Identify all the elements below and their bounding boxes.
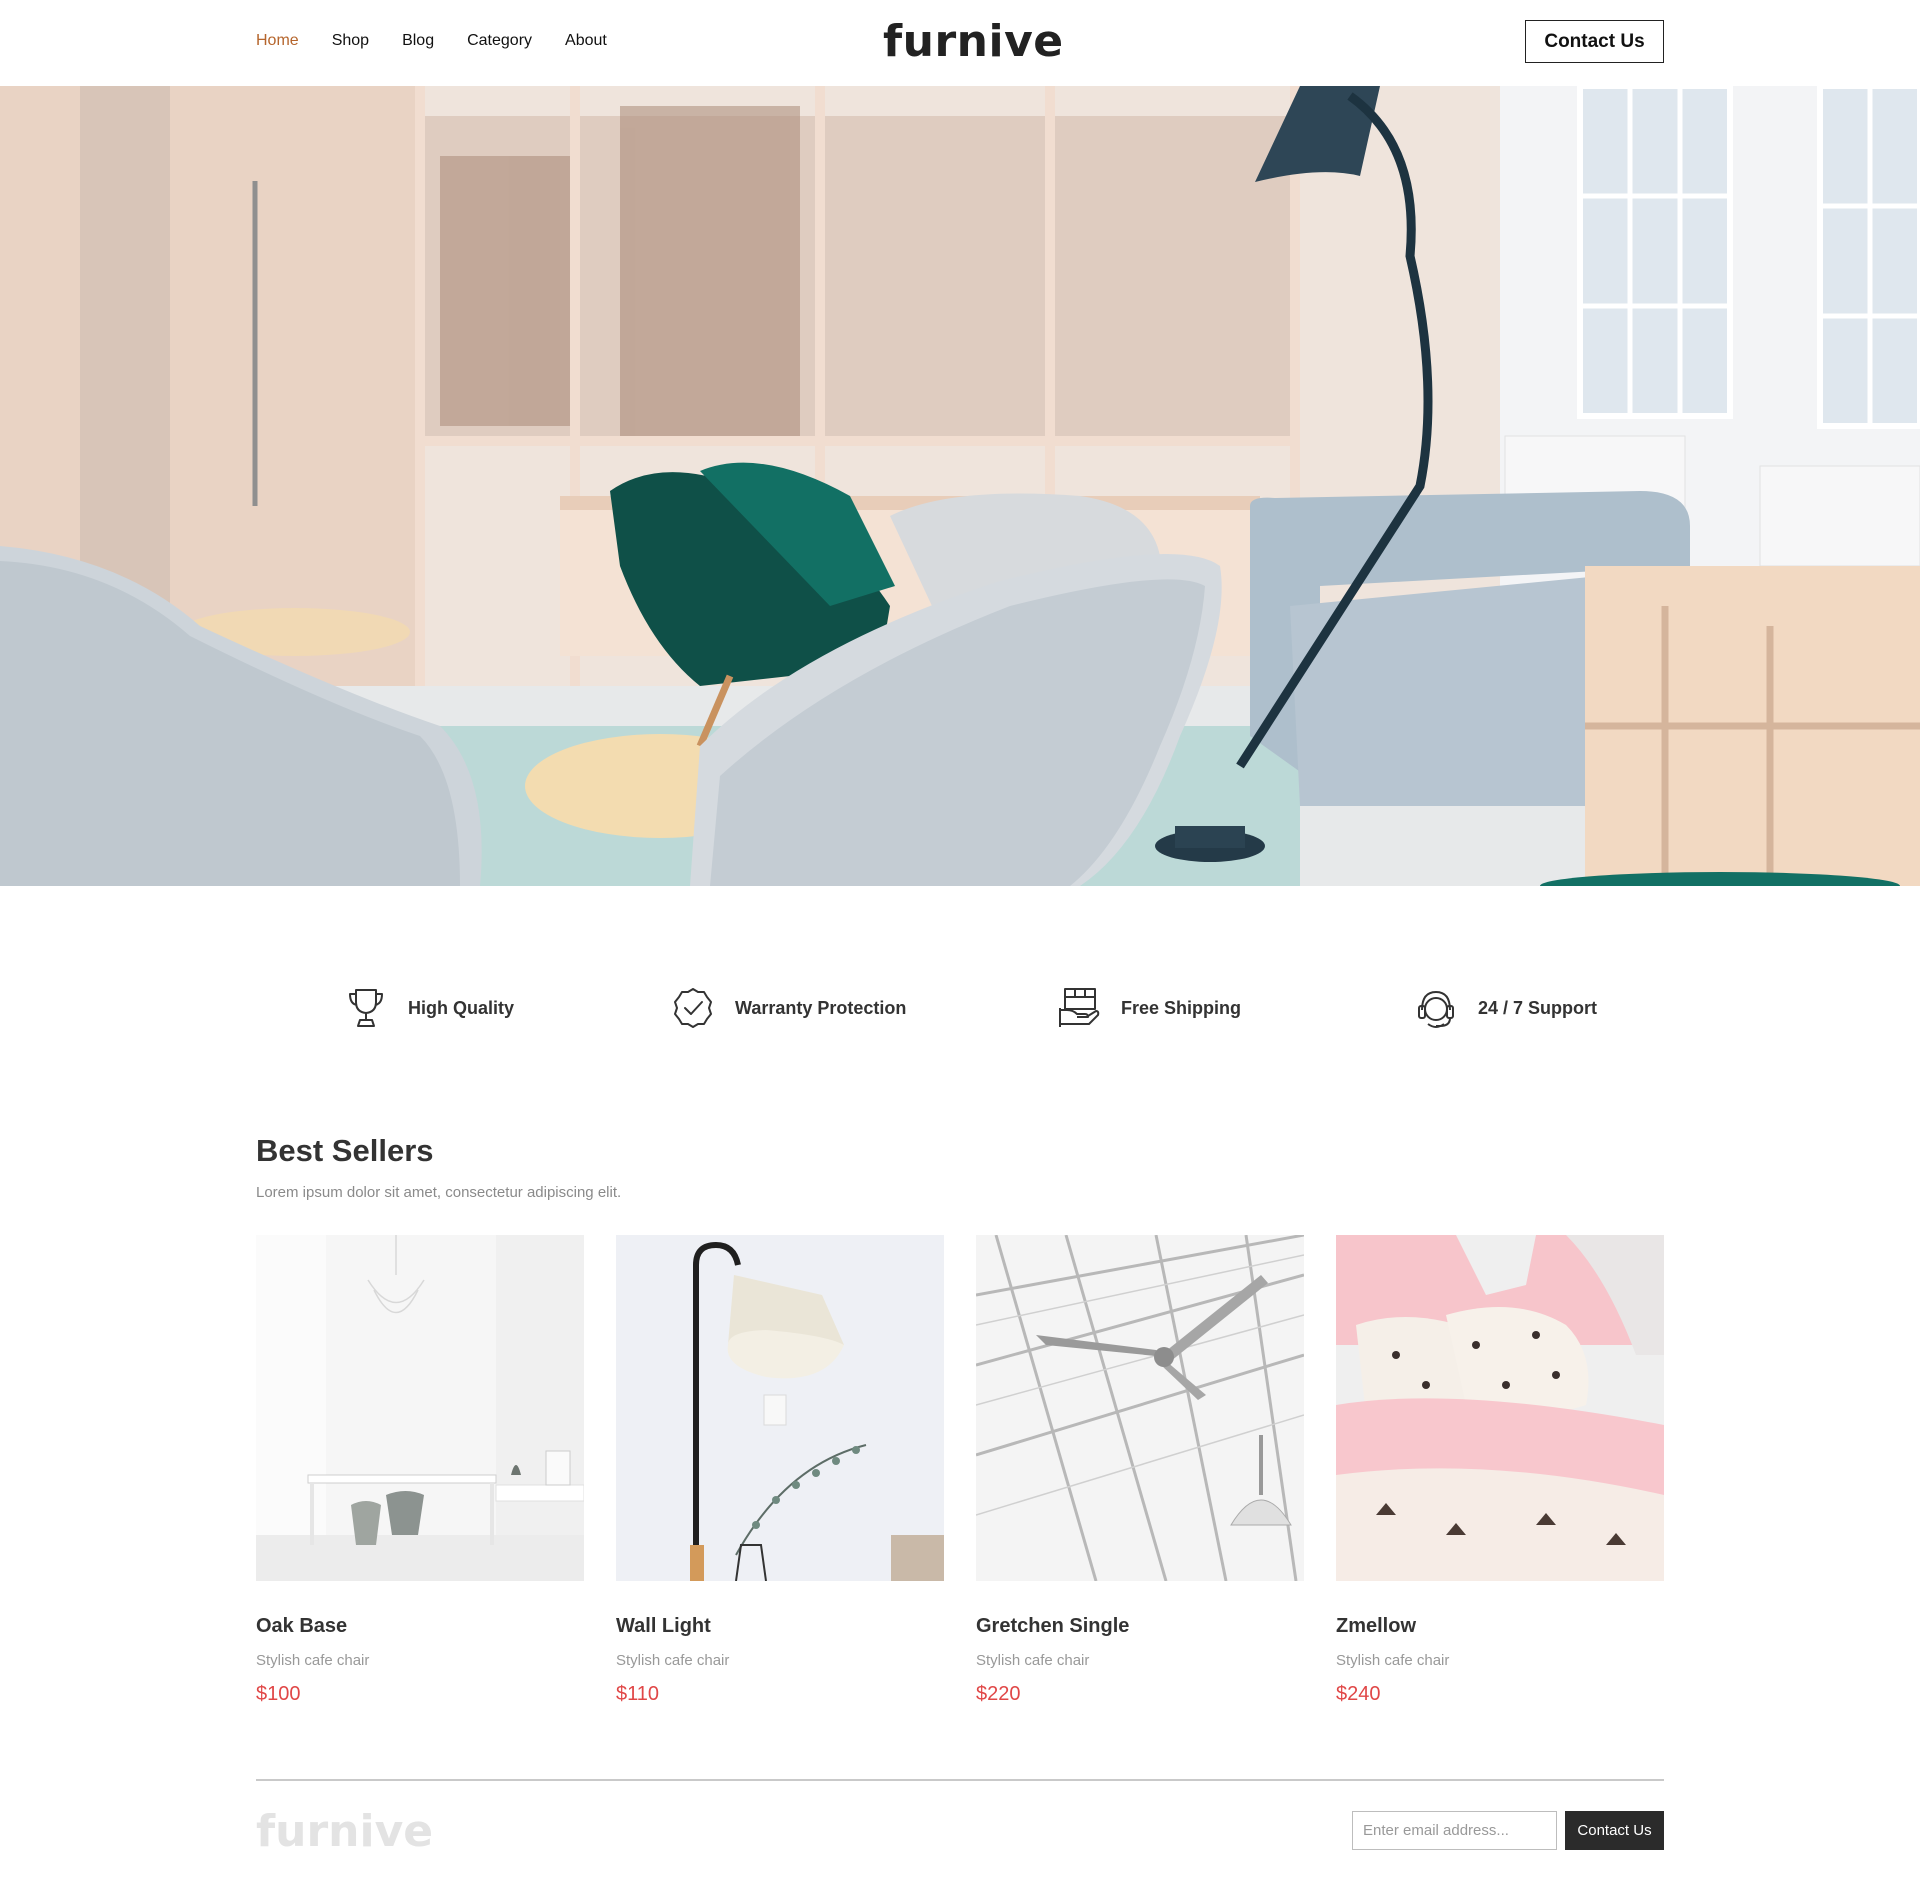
hero-image — [0, 86, 1920, 886]
badge-check-icon — [674, 988, 712, 1028]
email-input[interactable] — [1352, 1811, 1557, 1850]
product-price: $100 — [256, 1683, 301, 1705]
hero-interior-photo — [0, 86, 1920, 886]
nav-link-category[interactable]: Category — [467, 30, 532, 52]
package-hand-icon — [1059, 988, 1100, 1027]
feature-label: High Quality — [408, 997, 515, 1018]
nav-link-home[interactable]: Home — [256, 30, 299, 52]
headset-icon — [1418, 991, 1454, 1028]
section-title: Best Sellers — [256, 1133, 434, 1168]
contact-us-button[interactable]: Contact Us — [1525, 20, 1664, 63]
product-image[interactable] — [976, 1235, 1304, 1581]
footer-divider — [256, 1779, 1664, 1781]
feature-support: 24 / 7 Support — [1414, 985, 1597, 1031]
product-price: $240 — [1336, 1683, 1381, 1705]
feature-high-quality: High Quality — [344, 985, 514, 1031]
product-image[interactable] — [1336, 1235, 1664, 1581]
product-name[interactable]: Wall Light — [616, 1615, 944, 1638]
section-subtitle: Lorem ipsum dolor sit amet, consectetur … — [256, 1184, 622, 1201]
feature-label: Free Shipping — [1121, 997, 1242, 1018]
product-name[interactable]: Oak Base — [256, 1615, 584, 1638]
product-price: $220 — [976, 1683, 1021, 1705]
product-card[interactable]: Zmellow Stylish cafe chair $240 — [1336, 1235, 1664, 1706]
product-price: $110 — [616, 1683, 660, 1705]
nav-link-about[interactable]: About — [565, 30, 607, 52]
product-description: Stylish cafe chair — [1336, 1652, 1450, 1669]
product-name[interactable]: Zmellow — [1336, 1615, 1664, 1638]
product-card[interactable]: Oak Base Stylish cafe chair $100 — [256, 1235, 584, 1706]
product-description: Stylish cafe chair — [616, 1652, 730, 1669]
trophy-icon — [349, 989, 383, 1027]
feature-label: Warranty Protection — [735, 997, 907, 1018]
nav-link-shop[interactable]: Shop — [332, 30, 369, 52]
footer-logo[interactable]: furnive — [256, 1802, 433, 1862]
product-name[interactable]: Gretchen Single — [976, 1615, 1304, 1638]
brand-logo[interactable]: furnive — [883, 12, 1064, 72]
product-description: Stylish cafe chair — [976, 1652, 1090, 1669]
feature-free-shipping: Free Shipping — [1057, 985, 1241, 1031]
feature-warranty-protection: Warranty Protection — [671, 985, 906, 1031]
product-image[interactable] — [256, 1235, 584, 1581]
main-nav: Home Shop Blog Category About — [256, 30, 607, 52]
product-description: Stylish cafe chair — [256, 1652, 370, 1669]
nav-link-blog[interactable]: Blog — [402, 30, 434, 52]
footer-contact-button[interactable]: Contact Us — [1565, 1811, 1664, 1850]
feature-label: 24 / 7 Support — [1478, 997, 1598, 1018]
product-image[interactable] — [616, 1235, 944, 1581]
product-card[interactable]: Wall Light Stylish cafe chair $110 — [616, 1235, 944, 1706]
site-header: Home Shop Blog Category About furnive Co… — [0, 0, 1920, 86]
product-card[interactable]: Gretchen Single Stylish cafe chair $220 — [976, 1235, 1304, 1706]
